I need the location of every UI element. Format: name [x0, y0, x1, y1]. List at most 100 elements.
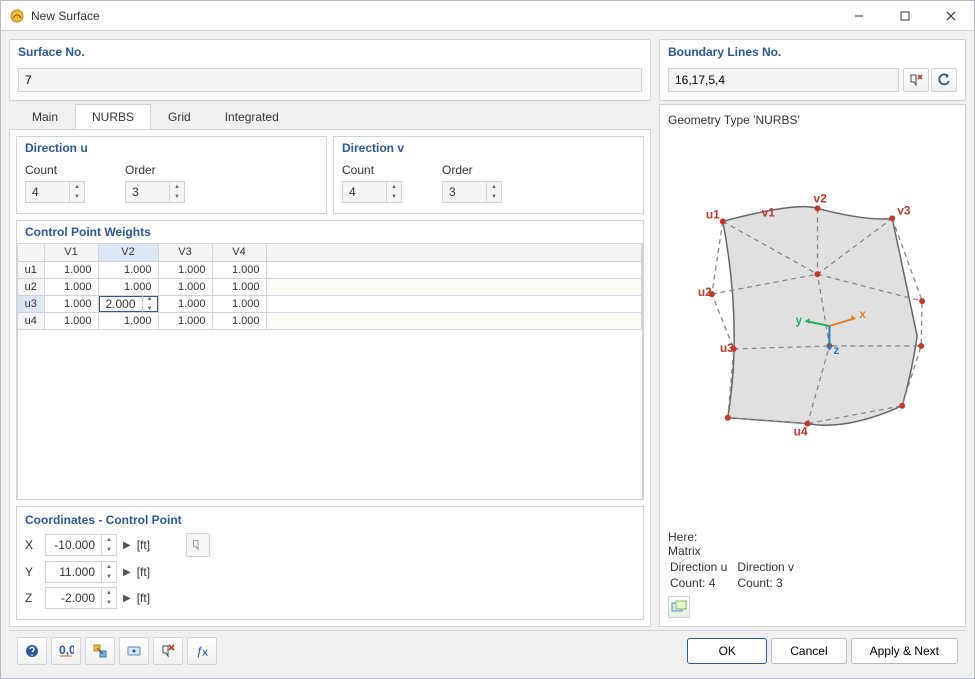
cpw-row-header: u3: [18, 295, 44, 312]
coord-x-input[interactable]: -10.000▲▼: [45, 534, 117, 556]
apply-next-button[interactable]: Apply & Next: [851, 638, 958, 664]
display-button[interactable]: [85, 637, 115, 665]
cpw-grid[interactable]: V1V2V3V4u11.0001.0001.0001.000u21.0001.0…: [17, 243, 643, 499]
cpw-row-header: u1: [18, 261, 44, 278]
cpw-col-header: V2: [98, 244, 158, 261]
pick-boundary-button[interactable]: [903, 68, 929, 92]
chevron-down-icon: ▼: [387, 192, 401, 202]
preview-canvas: u1 v2 v3 v1 u2 u3 u4: [668, 131, 957, 530]
boundary-input[interactable]: [668, 68, 899, 92]
svg-text:u2: u2: [698, 285, 712, 299]
svg-text:x: x: [202, 645, 208, 659]
cpw-cell[interactable]: 1.000: [44, 295, 98, 312]
preview-here: Here:: [668, 530, 957, 544]
cpw-cell[interactable]: 1.000: [158, 295, 212, 312]
cancel-button[interactable]: Cancel: [771, 638, 846, 664]
cpw-cell[interactable]: 1.000: [44, 261, 98, 278]
surface-no-input[interactable]: [18, 68, 642, 92]
chevron-down-icon: ▼: [70, 192, 84, 202]
cpw-cell[interactable]: 1.000: [212, 261, 266, 278]
chevron-down-icon: ▼: [102, 598, 116, 608]
cpw-cell[interactable]: 1.000: [98, 278, 158, 295]
v-count-spinner[interactable]: 4▲▼: [342, 181, 402, 203]
app-icon: [9, 8, 25, 24]
maximize-button[interactable]: [882, 1, 928, 30]
surface-no-panel: Surface No.: [9, 39, 651, 101]
svg-text:u4: u4: [794, 424, 808, 438]
preview-info: Here: Matrix Direction u Direction v Cou…: [668, 530, 957, 618]
reverse-boundary-button[interactable]: [931, 68, 957, 92]
close-button[interactable]: [928, 1, 974, 30]
boundary-label: Boundary Lines No.: [660, 40, 965, 64]
preview-matrix: Matrix: [668, 544, 957, 558]
cpw-cell-editing[interactable]: 2.000▲▼: [98, 295, 158, 312]
coord-x-label: X: [25, 538, 39, 552]
chevron-up-icon: ▲: [387, 182, 401, 192]
preview-title: Geometry Type 'NURBS': [668, 113, 957, 127]
direction-u-label: Direction u: [17, 137, 326, 159]
cpw-cell[interactable]: 1.000: [212, 295, 266, 312]
view-button[interactable]: [119, 637, 149, 665]
cpw-cell[interactable]: 1.000: [212, 278, 266, 295]
cpw-cell[interactable]: 1.000: [44, 312, 98, 329]
ok-button[interactable]: OK: [687, 638, 767, 664]
u-order-spinner[interactable]: 3▲▼: [125, 181, 185, 203]
cpw-row-header: u4: [18, 312, 44, 329]
footer: 0,00 ƒx OK Cancel Apply & Next: [9, 630, 966, 670]
chevron-up-icon: ▲: [102, 562, 116, 572]
coord-y-input[interactable]: 11.000▲▼: [45, 561, 117, 583]
svg-text:x: x: [859, 307, 866, 321]
cpw-cell[interactable]: 1.000: [212, 312, 266, 329]
direction-u-panel: Direction u Count 4▲▼ Order 3▲▼: [16, 136, 327, 214]
chevron-down-icon: ▼: [102, 572, 116, 582]
v-order-spinner[interactable]: 3▲▼: [442, 181, 502, 203]
preview-dv-count: Count: 3: [737, 576, 802, 590]
units-button[interactable]: 0,00: [51, 637, 81, 665]
arrow-icon: ▶: [123, 540, 131, 551]
coordinates-label: Coordinates - Control Point: [25, 513, 635, 533]
chevron-up-icon: ▲: [487, 182, 501, 192]
cpw-col-header: V3: [158, 244, 212, 261]
cpw-cell[interactable]: 1.000: [44, 278, 98, 295]
coord-z-input[interactable]: -2.000▲▼: [45, 587, 117, 609]
cpw-cell[interactable]: 1.000: [158, 261, 212, 278]
svg-text:v3: v3: [897, 203, 911, 217]
chevron-up-icon: ▲: [170, 182, 184, 192]
tab-main[interactable]: Main: [15, 104, 75, 129]
tab-grid[interactable]: Grid: [151, 104, 208, 129]
svg-text:v2: v2: [813, 191, 827, 205]
cpw-cell[interactable]: 1.000: [98, 261, 158, 278]
svg-text:v1: v1: [762, 205, 776, 219]
svg-text:z: z: [833, 342, 839, 356]
clear-pick-button[interactable]: [153, 637, 183, 665]
preview-du-label: Direction u: [670, 560, 735, 574]
preview-settings-button[interactable]: [668, 596, 690, 618]
u-count-label: Count: [25, 163, 85, 177]
cpw-cell[interactable]: 1.000: [98, 312, 158, 329]
titlebar: New Surface: [1, 1, 974, 31]
arrow-icon: ▶: [123, 567, 131, 578]
u-order-label: Order: [125, 163, 185, 177]
cpw-row-header: u2: [18, 278, 44, 295]
tab-integrated[interactable]: Integrated: [208, 104, 296, 129]
chevron-down-icon: ▼: [102, 545, 116, 555]
u-count-spinner[interactable]: 4▲▼: [25, 181, 85, 203]
pick-coord-button[interactable]: [186, 533, 210, 557]
svg-text:u1: u1: [706, 207, 720, 221]
cpw-cell[interactable]: 1.000: [158, 312, 212, 329]
function-button[interactable]: ƒx: [187, 637, 217, 665]
cpw-cell[interactable]: 1.000: [158, 278, 212, 295]
surface-no-label: Surface No.: [10, 40, 650, 64]
minimize-button[interactable]: [836, 1, 882, 30]
coord-z-unit: [ft]: [137, 591, 150, 605]
help-button[interactable]: [17, 637, 47, 665]
coord-z-label: Z: [25, 591, 39, 605]
preview-dv-label: Direction v: [737, 560, 802, 574]
direction-v-panel: Direction v Count 4▲▼ Order 3▲▼: [333, 136, 644, 214]
tab-nurbs[interactable]: NURBS: [75, 104, 151, 130]
window-title: New Surface: [31, 9, 836, 23]
preview-panel: Geometry Type 'NURBS': [659, 104, 966, 627]
chevron-up-icon: ▲: [70, 182, 84, 192]
v-count-label: Count: [342, 163, 402, 177]
v-order-label: Order: [442, 163, 502, 177]
